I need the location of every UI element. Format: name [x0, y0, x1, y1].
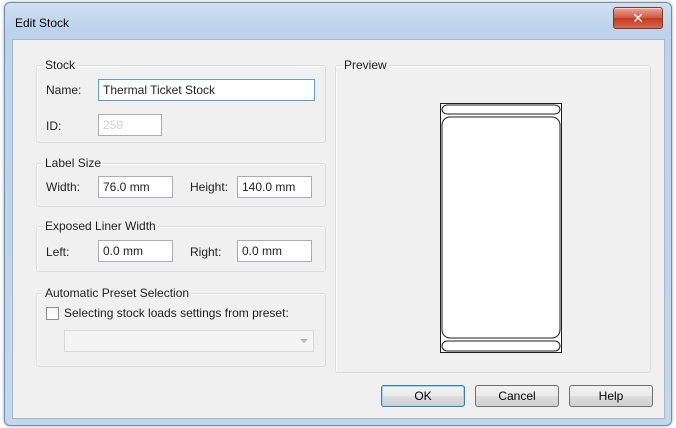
chevron-down-icon	[300, 339, 308, 343]
label-size-group: Label Size Width: Height:	[36, 156, 326, 207]
right-input[interactable]	[237, 240, 312, 262]
left-input[interactable]	[98, 240, 173, 262]
height-label: Height:	[190, 180, 229, 194]
preview-group: Preview	[335, 58, 651, 373]
preset-checkbox[interactable]	[46, 307, 59, 320]
label-shape	[441, 116, 561, 339]
ok-button[interactable]: OK	[381, 385, 465, 407]
preset-select[interactable]	[64, 330, 314, 352]
preset-checkbox-label[interactable]: Selecting stock loads settings from pres…	[64, 306, 289, 320]
next-label-shape	[441, 340, 561, 352]
edit-stock-dialog: Edit Stock ✕ Stock Name: ID: Label Size …	[4, 2, 672, 426]
liner-group-title: Exposed Liner Width	[43, 219, 158, 233]
stock-group: Stock Name: ID:	[36, 58, 326, 143]
height-input[interactable]	[237, 176, 312, 198]
id-label: ID:	[46, 119, 62, 133]
width-input[interactable]	[98, 176, 173, 198]
left-label: Left:	[46, 245, 70, 259]
window-title: Edit Stock	[15, 16, 70, 30]
dialog-client-area: Stock Name: ID: Label Size Width: Height…	[12, 39, 665, 419]
help-button[interactable]: Help	[569, 385, 653, 407]
name-label: Name:	[46, 83, 82, 97]
close-icon: ✕	[632, 9, 644, 26]
stock-preview	[440, 103, 562, 353]
right-label: Right:	[190, 245, 222, 259]
previous-label-shape	[441, 104, 561, 115]
close-button[interactable]: ✕	[613, 7, 663, 29]
liner-width-group: Exposed Liner Width Left: Right:	[36, 219, 326, 272]
preset-group-title: Automatic Preset Selection	[43, 286, 192, 300]
stock-group-title: Stock	[43, 58, 78, 72]
cancel-button[interactable]: Cancel	[475, 385, 559, 407]
name-input[interactable]	[98, 79, 315, 101]
preset-group: Automatic Preset Selection Selecting sto…	[36, 286, 326, 367]
width-label: Width:	[46, 180, 81, 194]
label-size-group-title: Label Size	[43, 156, 104, 170]
preview-group-title: Preview	[342, 58, 389, 72]
id-input[interactable]	[98, 114, 162, 136]
